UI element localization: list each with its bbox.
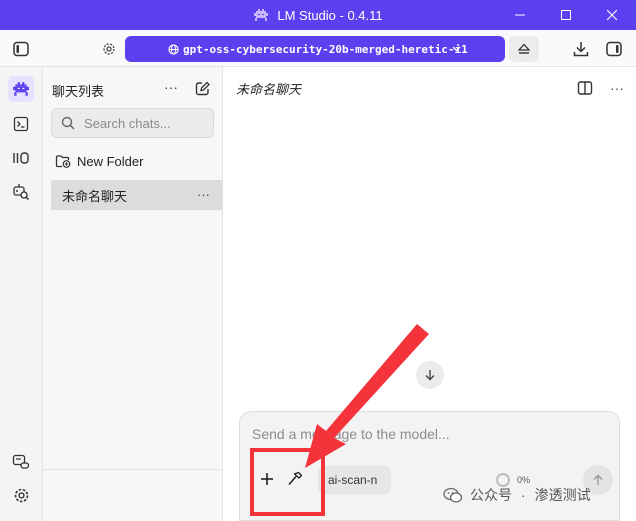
link-icon [12, 454, 30, 469]
sidebar-toggle-icon [13, 41, 29, 57]
maximize-button[interactable] [543, 0, 589, 30]
downloads-button[interactable] [568, 36, 594, 62]
right-panel-icon [606, 41, 622, 57]
new-chat-button[interactable] [191, 77, 213, 99]
gear-icon [103, 43, 115, 55]
watermark-separator: · [521, 487, 526, 503]
chat-item-more-button[interactable]: ··· [197, 187, 210, 202]
model-name: gpt-oss-cybersecurity-20b-merged-heretic… [183, 42, 468, 56]
window-title: LM Studio - 0.4.11 [277, 7, 383, 23]
new-folder-button[interactable]: New Folder [55, 151, 143, 171]
left-navigation-rail [0, 67, 43, 521]
chat-list-title: 聊天列表 [52, 84, 105, 99]
chat-list-more-button[interactable]: ··· [161, 77, 181, 97]
toggle-right-panel-button[interactable] [601, 36, 627, 62]
close-icon [607, 10, 617, 20]
arrow-down-icon [425, 370, 435, 381]
toggle-sidebar-button[interactable] [8, 36, 34, 62]
chat-list-item[interactable]: 未命名聊天 ··· [51, 180, 222, 210]
nav-discover[interactable] [8, 179, 34, 205]
chat-list-sidebar: 聊天列表 ··· New Folder 未命名聊天 ··· [43, 67, 223, 521]
annotation-highlight-box [250, 448, 325, 516]
chat-more-button[interactable]: ··· [606, 77, 628, 99]
message-input[interactable] [252, 426, 607, 450]
top-toolbar: gpt-oss-cybersecurity-20b-merged-heretic… [0, 30, 636, 67]
split-view-icon [577, 81, 593, 95]
chat-item-label: 未命名聊天 [62, 188, 128, 204]
eject-model-button[interactable] [509, 36, 539, 62]
watermark-source: 公众号 [470, 487, 512, 503]
chat-title[interactable]: 未命名聊天 [236, 79, 301, 98]
chat-robot-icon [13, 82, 29, 96]
model-selector[interactable]: gpt-oss-cybersecurity-20b-merged-heretic… [125, 36, 505, 62]
arrow-up-icon [593, 474, 603, 485]
terminal-icon [13, 116, 29, 132]
nav-my-models[interactable] [8, 145, 34, 171]
title-bar: LM Studio - 0.4.11 [0, 0, 636, 30]
minimize-button[interactable] [497, 0, 543, 30]
maximize-icon [561, 10, 571, 20]
nav-settings[interactable] [8, 482, 34, 508]
model-icon [168, 44, 179, 55]
search-icon [61, 116, 75, 130]
minimize-icon [515, 14, 525, 16]
new-folder-label: New Folder [77, 153, 144, 169]
folder-add-icon [55, 155, 71, 168]
close-button[interactable] [589, 0, 635, 30]
sidebar-divider [43, 469, 222, 470]
eject-icon [518, 43, 530, 54]
scroll-to-bottom-button[interactable] [416, 361, 444, 389]
wechat-icon [443, 487, 463, 503]
new-chat-edit-icon [195, 81, 210, 95]
models-folder-icon [13, 152, 29, 164]
search-chats-input[interactable] [84, 115, 209, 131]
nav-connections[interactable] [8, 449, 34, 475]
nav-developer[interactable] [8, 111, 34, 137]
search-chats-field[interactable] [51, 108, 214, 138]
watermark: 公众号 · 渗透测试 [443, 484, 591, 506]
watermark-name: 渗透测试 [534, 487, 591, 503]
active-plugin-chip[interactable]: ai-scan-n [318, 466, 391, 494]
discover-search-icon [13, 184, 29, 200]
settings-button[interactable] [96, 36, 122, 62]
settings-gear-icon [14, 488, 28, 502]
split-view-button[interactable] [574, 77, 596, 99]
lm-studio-logo-icon [254, 9, 269, 21]
download-icon [573, 42, 589, 57]
nav-chat[interactable] [8, 76, 34, 102]
chevron-down-icon [452, 46, 461, 52]
